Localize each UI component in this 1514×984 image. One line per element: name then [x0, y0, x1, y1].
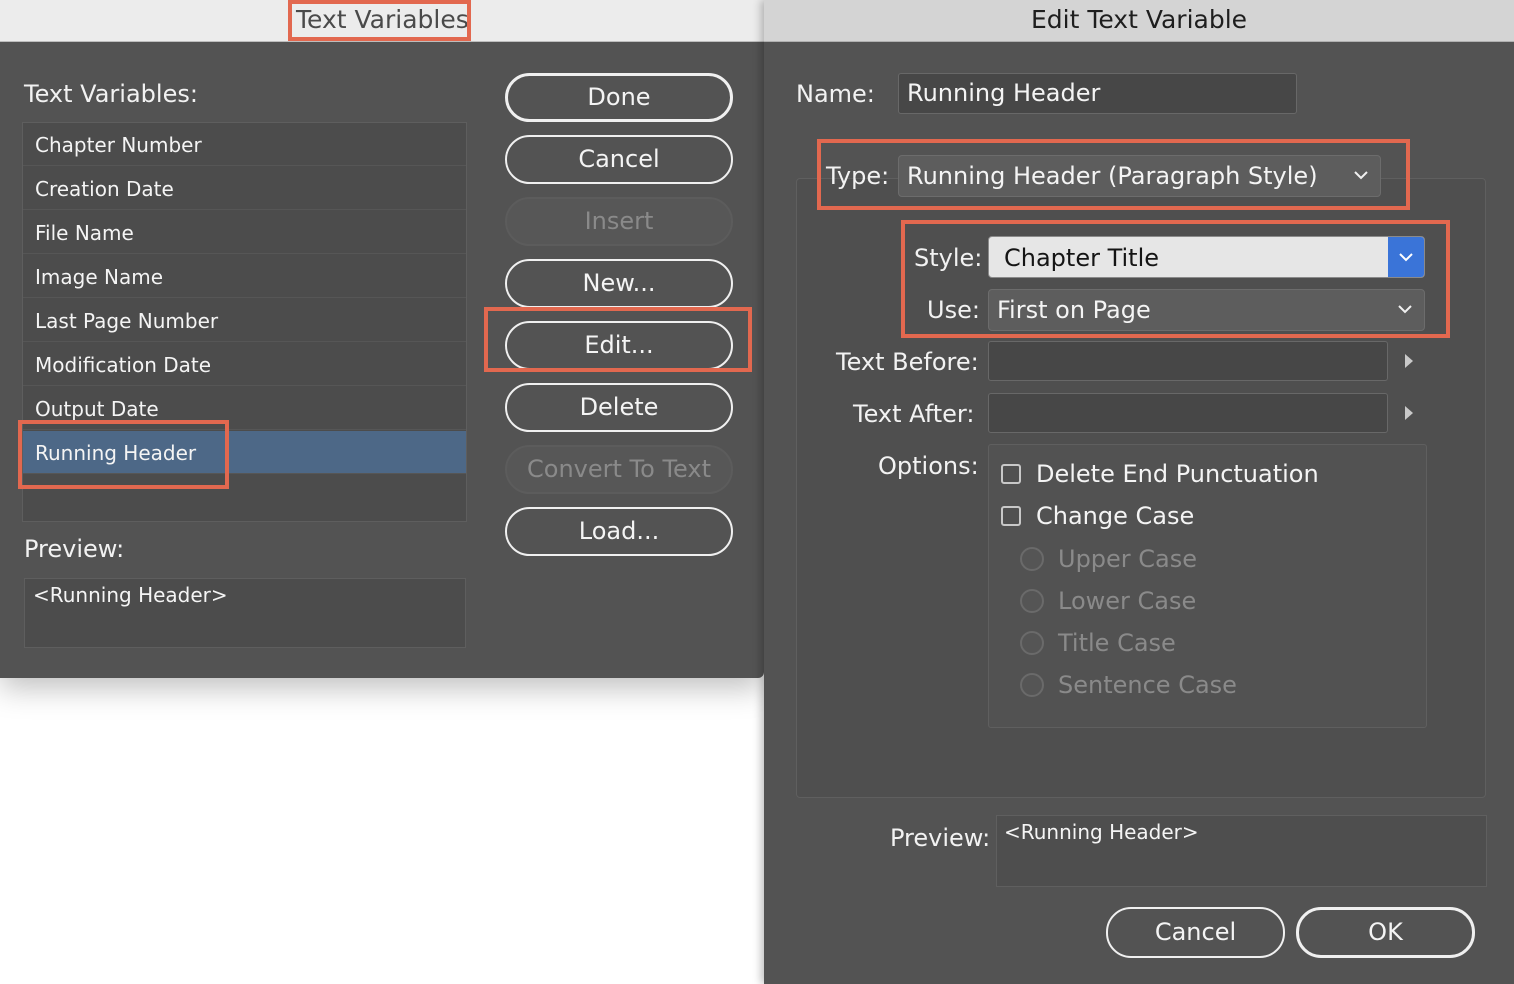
lower-case-radio[interactable]: [1020, 589, 1044, 613]
title-case-radio[interactable]: [1020, 631, 1044, 655]
edit-button[interactable]: Edit...: [505, 321, 733, 370]
preview-value: <Running Header>: [1004, 820, 1199, 844]
chevron-down-icon: [1399, 253, 1413, 262]
type-label: Type:: [826, 162, 890, 190]
text-after-field[interactable]: [988, 393, 1388, 433]
upper-case-radio[interactable]: [1020, 547, 1044, 571]
lower-case-label: Lower Case: [1058, 587, 1197, 615]
preview-box: <Running Header>: [24, 578, 466, 648]
text-before-field[interactable]: [988, 341, 1388, 381]
style-dropdown[interactable]: Chapter Title: [988, 236, 1425, 278]
insert-button[interactable]: Insert: [505, 197, 733, 246]
chevron-down-icon: [1354, 171, 1368, 180]
cancel-button[interactable]: Cancel: [1106, 907, 1285, 958]
text-variables-list: Chapter Number Creation Date File Name I…: [22, 122, 467, 522]
ok-button[interactable]: OK: [1296, 907, 1475, 958]
title-bar: Edit Text Variable: [764, 0, 1514, 42]
disclosure-arrow-icon[interactable]: [1402, 352, 1416, 370]
dialog-title: Edit Text Variable: [1030, 5, 1248, 34]
style-dropdown-arrow[interactable]: [1388, 237, 1424, 277]
dialog-title: Text Variables: [296, 5, 469, 34]
delete-end-punctuation-label: Delete End Punctuation: [1036, 460, 1319, 488]
preview-box: <Running Header>: [996, 815, 1487, 887]
name-label: Name:: [796, 80, 875, 108]
change-case-label: Change Case: [1036, 502, 1195, 530]
use-label: Use:: [927, 296, 980, 324]
delete-button[interactable]: Delete: [505, 383, 733, 432]
options-label: Options:: [878, 452, 979, 480]
list-item[interactable]: Creation Date: [23, 167, 466, 210]
title-case-label: Title Case: [1058, 629, 1176, 657]
change-case-checkbox[interactable]: [1001, 506, 1021, 526]
text-variables-label: Text Variables:: [24, 80, 198, 108]
type-dropdown[interactable]: Running Header (Paragraph Style): [898, 155, 1381, 197]
cancel-button[interactable]: Cancel: [505, 135, 733, 184]
text-variables-dialog: Text Variables Text Variables: Chapter N…: [0, 0, 764, 678]
name-field[interactable]: Running Header: [898, 73, 1297, 114]
use-value: First on Page: [997, 296, 1151, 324]
convert-to-text-button[interactable]: Convert To Text: [505, 445, 733, 494]
preview-label: Preview:: [890, 824, 991, 852]
text-after-label: Text After:: [853, 400, 975, 428]
preview-label: Preview:: [24, 535, 125, 563]
edit-text-variable-dialog: Edit Text Variable Name: Running Header …: [764, 0, 1514, 984]
list-item-selected[interactable]: Running Header: [23, 431, 466, 474]
delete-end-punctuation-checkbox[interactable]: [1001, 464, 1021, 484]
options-group: Delete End Punctuation Change Case Upper…: [988, 444, 1427, 728]
list-item[interactable]: Chapter Number: [23, 123, 466, 166]
chevron-down-icon: [1398, 305, 1412, 314]
list-item[interactable]: File Name: [23, 211, 466, 254]
sentence-case-label: Sentence Case: [1058, 671, 1237, 699]
list-item[interactable]: Output Date: [23, 387, 466, 430]
preview-value: <Running Header>: [33, 583, 228, 607]
load-button[interactable]: Load...: [505, 507, 733, 556]
upper-case-label: Upper Case: [1058, 545, 1198, 573]
text-before-label: Text Before:: [836, 348, 979, 376]
sentence-case-radio[interactable]: [1020, 673, 1044, 697]
list-item[interactable]: Image Name: [23, 255, 466, 298]
type-value: Running Header (Paragraph Style): [907, 162, 1318, 190]
list-item[interactable]: Last Page Number: [23, 299, 466, 342]
style-value: Chapter Title: [1004, 244, 1160, 272]
use-dropdown[interactable]: First on Page: [988, 289, 1425, 331]
new-button[interactable]: New...: [505, 259, 733, 308]
disclosure-arrow-icon[interactable]: [1402, 404, 1416, 422]
style-label: Style:: [914, 244, 983, 272]
title-bar: Text Variables: [0, 0, 764, 42]
done-button[interactable]: Done: [505, 73, 733, 122]
list-item[interactable]: Modification Date: [23, 343, 466, 386]
